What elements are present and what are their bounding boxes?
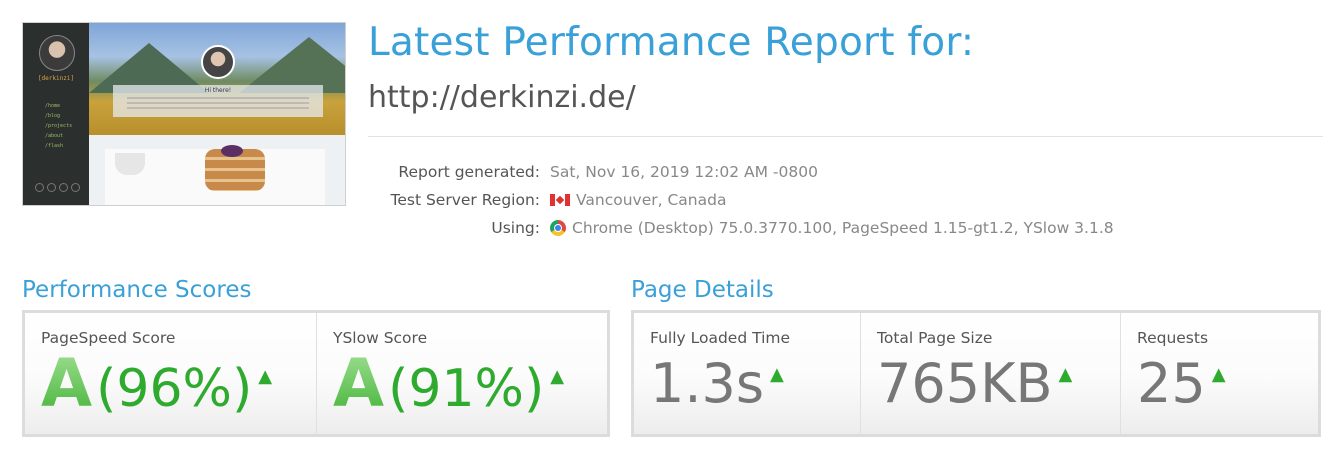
thumbnail-social-icons [35,183,80,192]
page-details-panel: Fully Loaded Time 1.3s ▲ Total Page Size… [631,310,1321,437]
social-icon [59,183,68,192]
pagespeed-score-card[interactable]: PageSpeed Score A (96%) ▲ [25,313,317,434]
yslow-grade-letter: A [333,345,385,422]
region-name: Vancouver, Canada [576,191,727,209]
total-page-size-card[interactable]: Total Page Size 765KB ▲ [861,313,1121,434]
trend-up-icon: ▲ [770,364,784,385]
hero-avatar [201,45,235,79]
hero-text-line [127,97,309,99]
thumbnail-berries [221,145,243,157]
browser-info: Chrome (Desktop) 75.0.3770.100, PageSpee… [572,219,1114,237]
fully-loaded-time-card[interactable]: Fully Loaded Time 1.3s ▲ [634,313,861,434]
social-icon [35,183,44,192]
meta-row-region: Test Server Region: Vancouver, Canada [370,186,1114,214]
report-meta: Report generated: Sat, Nov 16, 2019 12:0… [370,158,1114,242]
fully-loaded-time-value: 1.3s [650,352,765,415]
report-date: Sat, Nov 16, 2019 12:02 AM -0800 [550,163,818,181]
meta-value: Sat, Nov 16, 2019 12:02 AM -0800 [550,163,818,181]
site-screenshot-thumbnail: [derkinzi] /home /blog /projects /about … [22,22,346,206]
hero-intro-box: Hi there! [113,85,323,117]
yslow-grade: A (91%) ▲ [333,351,607,417]
thumbnail-hero: Hi there! [89,23,345,135]
requests-card[interactable]: Requests 25 ▲ [1121,313,1318,434]
thumbnail-avatar [39,35,75,71]
report-title: Latest Performance Report for: [368,20,975,65]
meta-label: Report generated: [398,163,540,181]
trend-up-icon: ▲ [1211,364,1226,385]
trend-up-icon: ▲ [550,366,565,387]
thumbnail-cup [115,153,145,175]
trend-up-icon: ▲ [1058,364,1073,385]
thumbnail-sidebar: [derkinzi] /home /blog /projects /about … [23,23,89,205]
requests-value-row: 25 ▲ [1137,357,1318,411]
meta-row-report-generated: Report generated: Sat, Nov 16, 2019 12:0… [370,158,1114,186]
report-url[interactable]: http://derkinzi.de/ [368,80,636,115]
meta-row-using: Using: Chrome (Desktop) 75.0.3770.100, P… [370,214,1114,242]
thumbnail-nav-item: /about [45,133,64,139]
performance-scores-title: Performance Scores [22,277,252,303]
thumbnail-nav-item: /projects [45,123,73,129]
page-details-title: Page Details [631,277,774,303]
thumbnail-nav: /home /blog /projects /about /flash [45,101,72,151]
thumbnail-nav-item: /blog [45,113,61,119]
yslow-score-card[interactable]: YSlow Score A (91%) ▲ [317,313,607,434]
performance-scores-panel: PageSpeed Score A (96%) ▲ YSlow Score A … [22,310,610,437]
thumbnail-content [89,135,345,205]
fully-loaded-time-label: Fully Loaded Time [650,329,791,347]
pagespeed-grade-letter: A [41,345,93,422]
social-icon [71,183,80,192]
meta-value: Vancouver, Canada [550,191,726,209]
canada-flag-icon [550,194,570,206]
total-page-size-value: 765KB [877,352,1053,415]
meta-value: Chrome (Desktop) 75.0.3770.100, PageSpee… [550,219,1114,237]
trend-up-icon: ▲ [258,366,273,387]
meta-label: Test Server Region: [390,191,541,209]
pagespeed-grade: A (96%) ▲ [41,351,316,417]
requests-label: Requests [1137,329,1209,347]
total-page-size-label: Total Page Size [877,329,993,347]
thumbnail-brand: [derkinzi] [37,75,75,82]
hero-text-line [127,102,309,104]
social-icon [47,183,56,192]
pagespeed-percent: (96%) [96,359,253,419]
meta-label: Using: [491,219,540,237]
header-divider [368,136,1323,137]
fully-loaded-time-value-row: 1.3s ▲ [650,357,860,411]
requests-value: 25 [1137,352,1206,415]
thumbnail-nav-item: /home [45,103,61,109]
total-page-size-value-row: 765KB ▲ [877,357,1120,411]
hero-greeting: Hi there! [204,87,232,94]
hero-text-line [127,107,309,109]
yslow-percent: (91%) [388,359,545,419]
thumbnail-nav-item: /flash [45,143,64,149]
chrome-icon [550,220,566,236]
